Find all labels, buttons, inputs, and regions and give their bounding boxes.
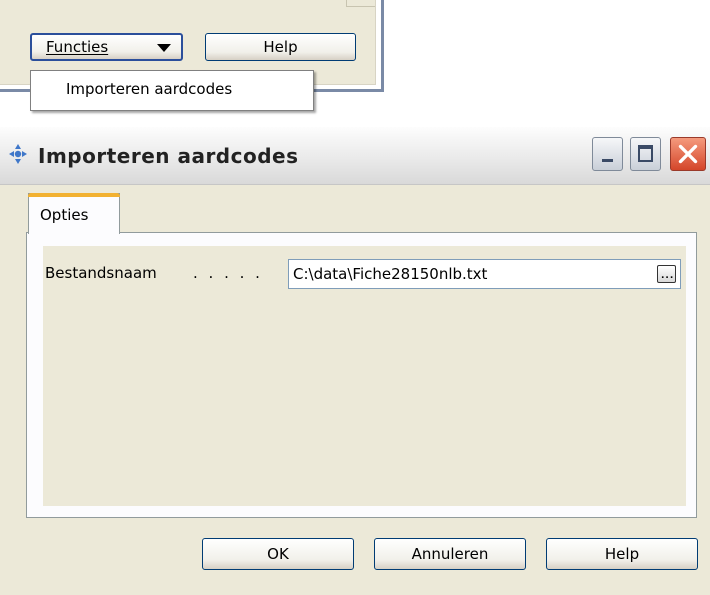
- ok-button[interactable]: OK: [202, 538, 354, 570]
- tab-opties-label: Opties: [40, 206, 89, 224]
- browse-ellipsis-icon: ...: [661, 271, 675, 281]
- app-icon: [9, 144, 27, 164]
- dialog-titlebar[interactable]: Importeren aardcodes: [0, 127, 710, 185]
- minimize-button[interactable]: [592, 137, 623, 171]
- bestandsnaam-value: C:\data\Fiche28150nlb.txt: [293, 265, 488, 283]
- tab-panel-opties: Bestandsnaam . . . . . C:\data\Fiche2815…: [26, 232, 697, 518]
- close-button[interactable]: [670, 137, 706, 171]
- parent-help-button[interactable]: Help: [205, 33, 356, 61]
- menu-item-importeren-aardcodes[interactable]: Importeren aardcodes: [66, 80, 232, 98]
- bestandsnaam-input[interactable]: C:\data\Fiche28150nlb.txt ...: [288, 259, 681, 289]
- help-label: Help: [604, 545, 640, 563]
- dropdown-arrow-icon: [157, 44, 171, 52]
- functies-dropdown-menu: Importeren aardcodes: [30, 70, 314, 111]
- browse-file-button[interactable]: ...: [657, 265, 676, 283]
- close-icon: [678, 144, 698, 164]
- functies-label: Functies: [46, 38, 109, 56]
- bestandsnaam-label: Bestandsnaam: [45, 264, 157, 282]
- cancel-button[interactable]: Annuleren: [374, 538, 526, 570]
- cancel-label: Annuleren: [411, 545, 489, 563]
- minimize-icon: [602, 159, 613, 162]
- parent-help-label: Help: [263, 38, 298, 56]
- functies-menu-button[interactable]: Functies: [30, 33, 183, 61]
- bestandsnaam-leader-dots: . . . . .: [193, 264, 263, 282]
- dialog-title: Importeren aardcodes: [38, 144, 299, 168]
- parent-window-edge: [346, 0, 375, 7]
- maximize-button[interactable]: [630, 137, 661, 171]
- tab-opties[interactable]: Opties: [28, 193, 120, 234]
- import-dialog: Importeren aardcodes Opties Bestandsnaam…: [0, 127, 710, 595]
- maximize-icon: [638, 145, 653, 162]
- help-button[interactable]: Help: [546, 538, 698, 570]
- options-area: Bestandsnaam . . . . . C:\data\Fiche2815…: [43, 246, 686, 506]
- ok-label: OK: [267, 545, 289, 563]
